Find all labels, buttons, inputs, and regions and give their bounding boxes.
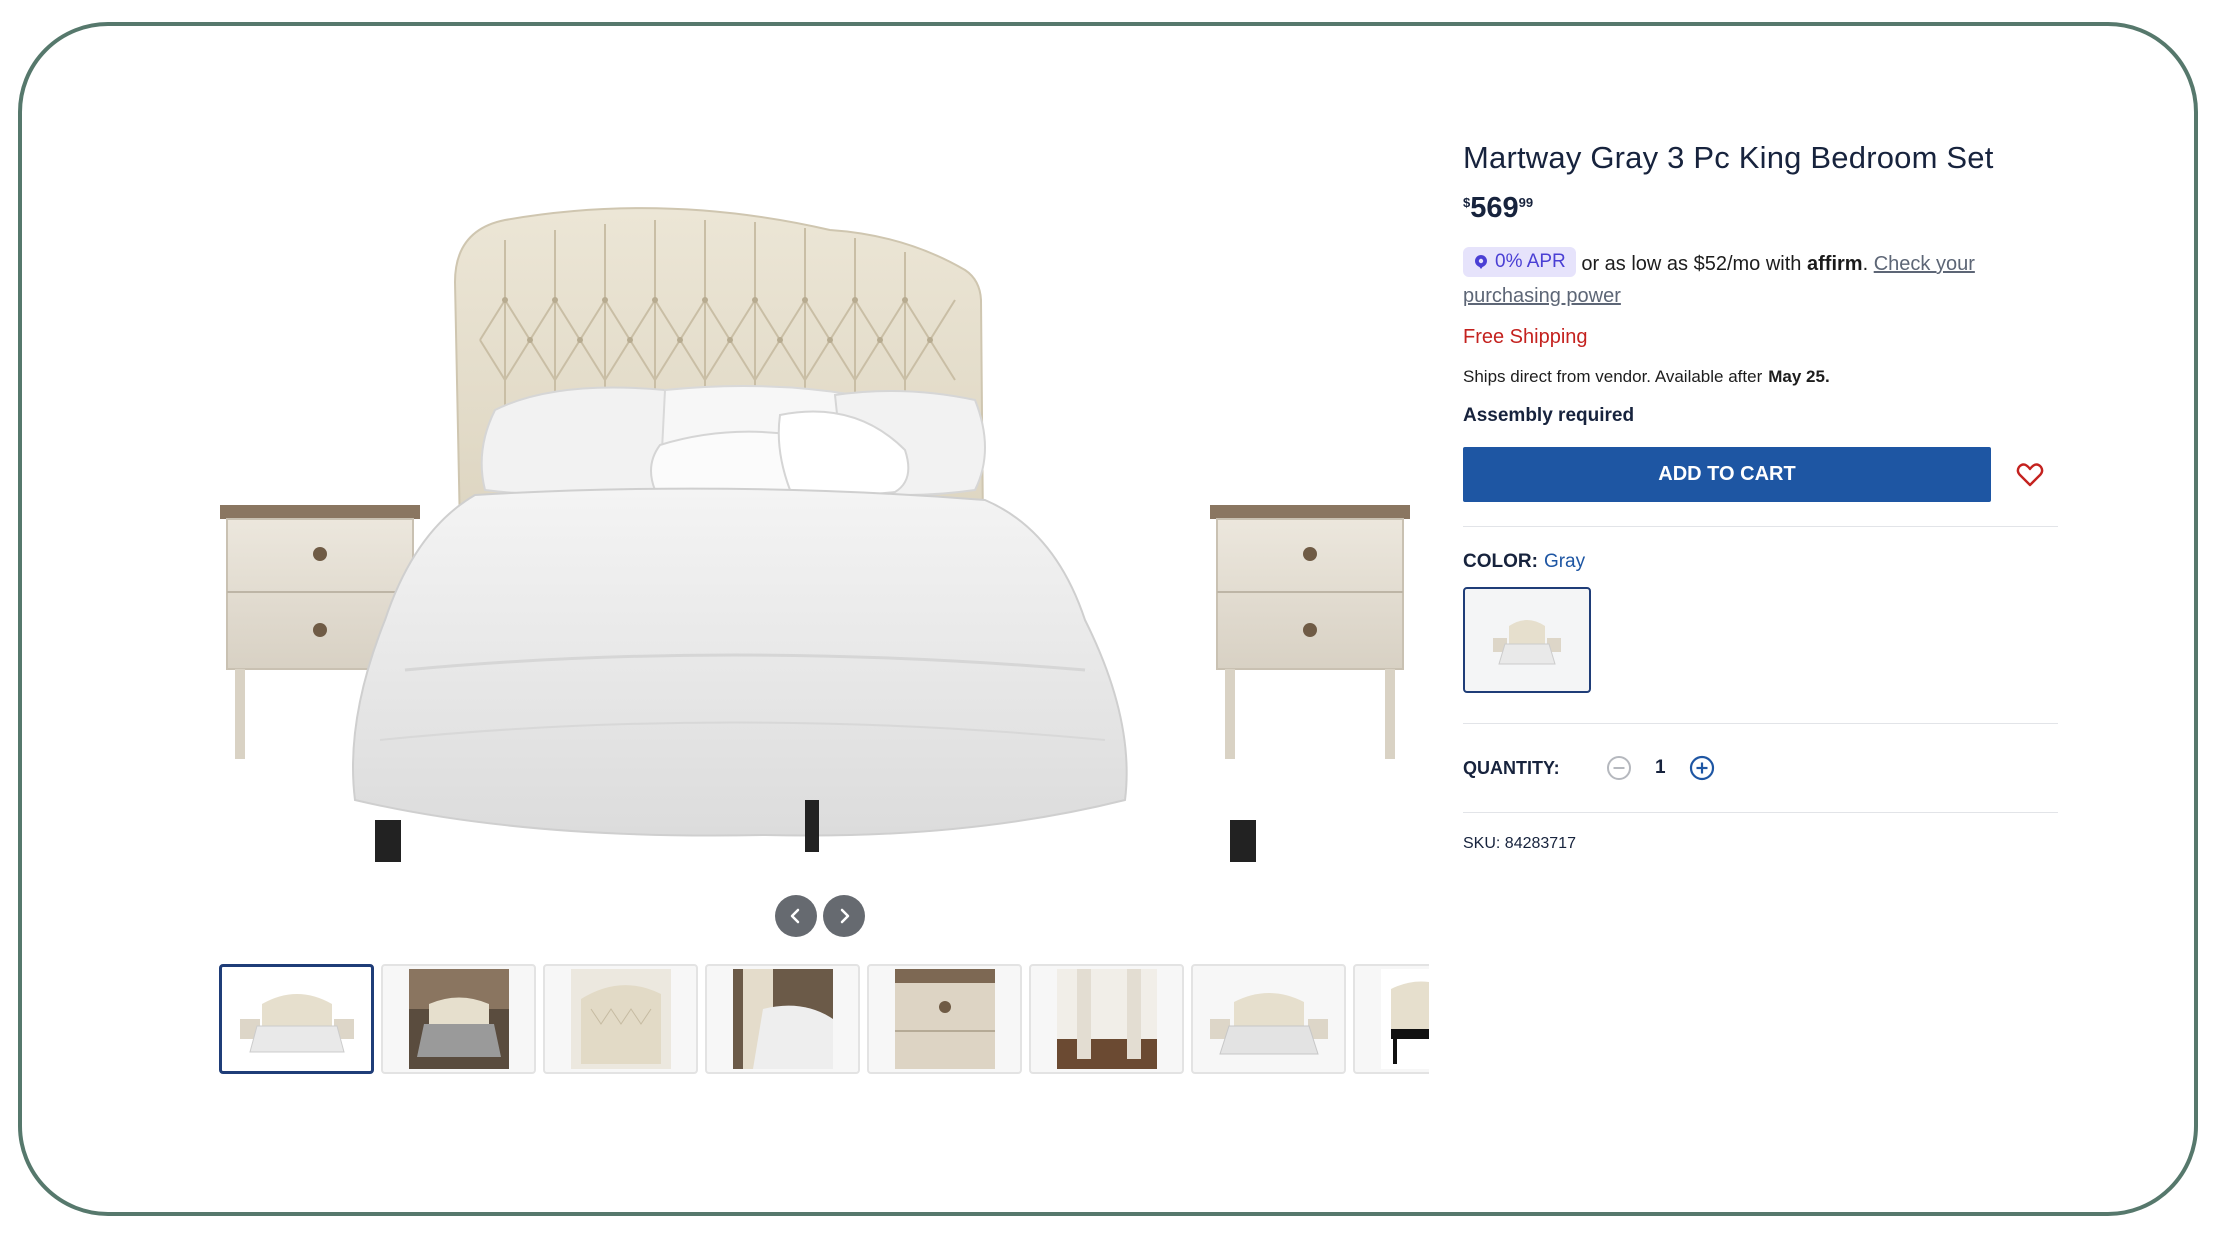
product-price: $ 569 99 (1463, 192, 2063, 225)
previous-image-button[interactable] (775, 895, 817, 937)
color-label: COLOR: (1463, 551, 1538, 572)
thumbnail-6[interactable] (1029, 964, 1184, 1074)
gray-swatch-image (1493, 620, 1561, 665)
product-info-panel: Martway Gray 3 Pc King Bedroom Set $ 569… (1463, 140, 2063, 853)
financing-text: or as low as $52/mo with (1581, 253, 1802, 275)
next-image-button[interactable] (823, 895, 865, 937)
thumbnail-strip (219, 964, 1429, 1078)
thumbnail-5[interactable] (867, 964, 1022, 1074)
cart-actions: ADD TO CART (1463, 447, 2063, 502)
nightstand-legs-thumbnail-image (1056, 969, 1157, 1069)
decrease-quantity-button[interactable] (1605, 754, 1633, 782)
financing-offer: 0% APR or as low as $52/mo with affirm. … (1463, 247, 2063, 312)
add-to-cart-button[interactable]: ADD TO CART (1463, 447, 1991, 502)
color-swatch-gray[interactable] (1463, 587, 1591, 693)
increase-quantity-button[interactable] (1688, 754, 1716, 782)
bed-room-thumbnail-image (408, 969, 509, 1069)
ships-text: Ships direct from vendor. Available afte… (1463, 367, 1763, 386)
bed-frame-thumbnail-image (1380, 969, 1429, 1069)
assembly-note: Assembly required (1463, 405, 1635, 426)
price-dollars: 569 (1470, 192, 1519, 224)
thumbnail-4[interactable] (705, 964, 860, 1074)
shipping-availability: Ships direct from vendor. Available afte… (1463, 367, 2063, 387)
affirm-logo: affirm (1807, 253, 1863, 275)
divider (1463, 812, 2058, 813)
product-sku: SKU: 84283717 (1463, 835, 1576, 852)
headboard-thumbnail-image (570, 969, 671, 1069)
thumbnail-7[interactable] (1191, 964, 1346, 1074)
wishlist-button[interactable] (2013, 458, 2047, 492)
quantity-row: QUANTITY: 1 (1463, 754, 2063, 782)
quantity-stepper: 1 (1605, 754, 1716, 782)
main-product-image[interactable] (205, 200, 1430, 880)
divider (1463, 723, 2058, 724)
selected-color-value: Gray (1543, 551, 1586, 572)
ships-date: May 25. (1768, 367, 1830, 386)
free-shipping-label: Free Shipping (1463, 326, 1588, 348)
chevron-left-icon (790, 908, 800, 924)
nightstand-drawer-thumbnail-image (894, 969, 995, 1069)
product-title: Martway Gray 3 Pc King Bedroom Set (1463, 140, 1994, 175)
plus-circle-icon (1689, 755, 1714, 781)
color-selector-label: COLOR: Gray (1463, 551, 2063, 573)
quantity-label: QUANTITY: (1463, 757, 1560, 778)
carousel-controls (775, 895, 865, 937)
quantity-value: 1 (1655, 757, 1666, 778)
divider (1463, 526, 2058, 527)
chevron-right-icon (840, 908, 850, 924)
apr-badge-label: 0% APR (1495, 251, 1566, 272)
affirm-tag-icon (1474, 255, 1487, 269)
price-currency: $ (1463, 195, 1471, 210)
thumbnail-3[interactable] (543, 964, 698, 1074)
minus-circle-icon (1607, 756, 1631, 780)
bed-front-thumbnail-image (239, 994, 354, 1053)
heart-icon (2016, 462, 2044, 486)
price-cents: 99 (1518, 195, 1534, 210)
apr-badge: 0% APR (1463, 247, 1576, 277)
thumbnail-2[interactable] (381, 964, 536, 1074)
product-gallery (205, 200, 1430, 1090)
thumbnail-1[interactable] (219, 964, 374, 1074)
thumbnail-8[interactable] (1353, 964, 1429, 1074)
bed-corner-thumbnail-image (732, 969, 833, 1069)
bed-set-thumbnail-image (1209, 993, 1328, 1055)
